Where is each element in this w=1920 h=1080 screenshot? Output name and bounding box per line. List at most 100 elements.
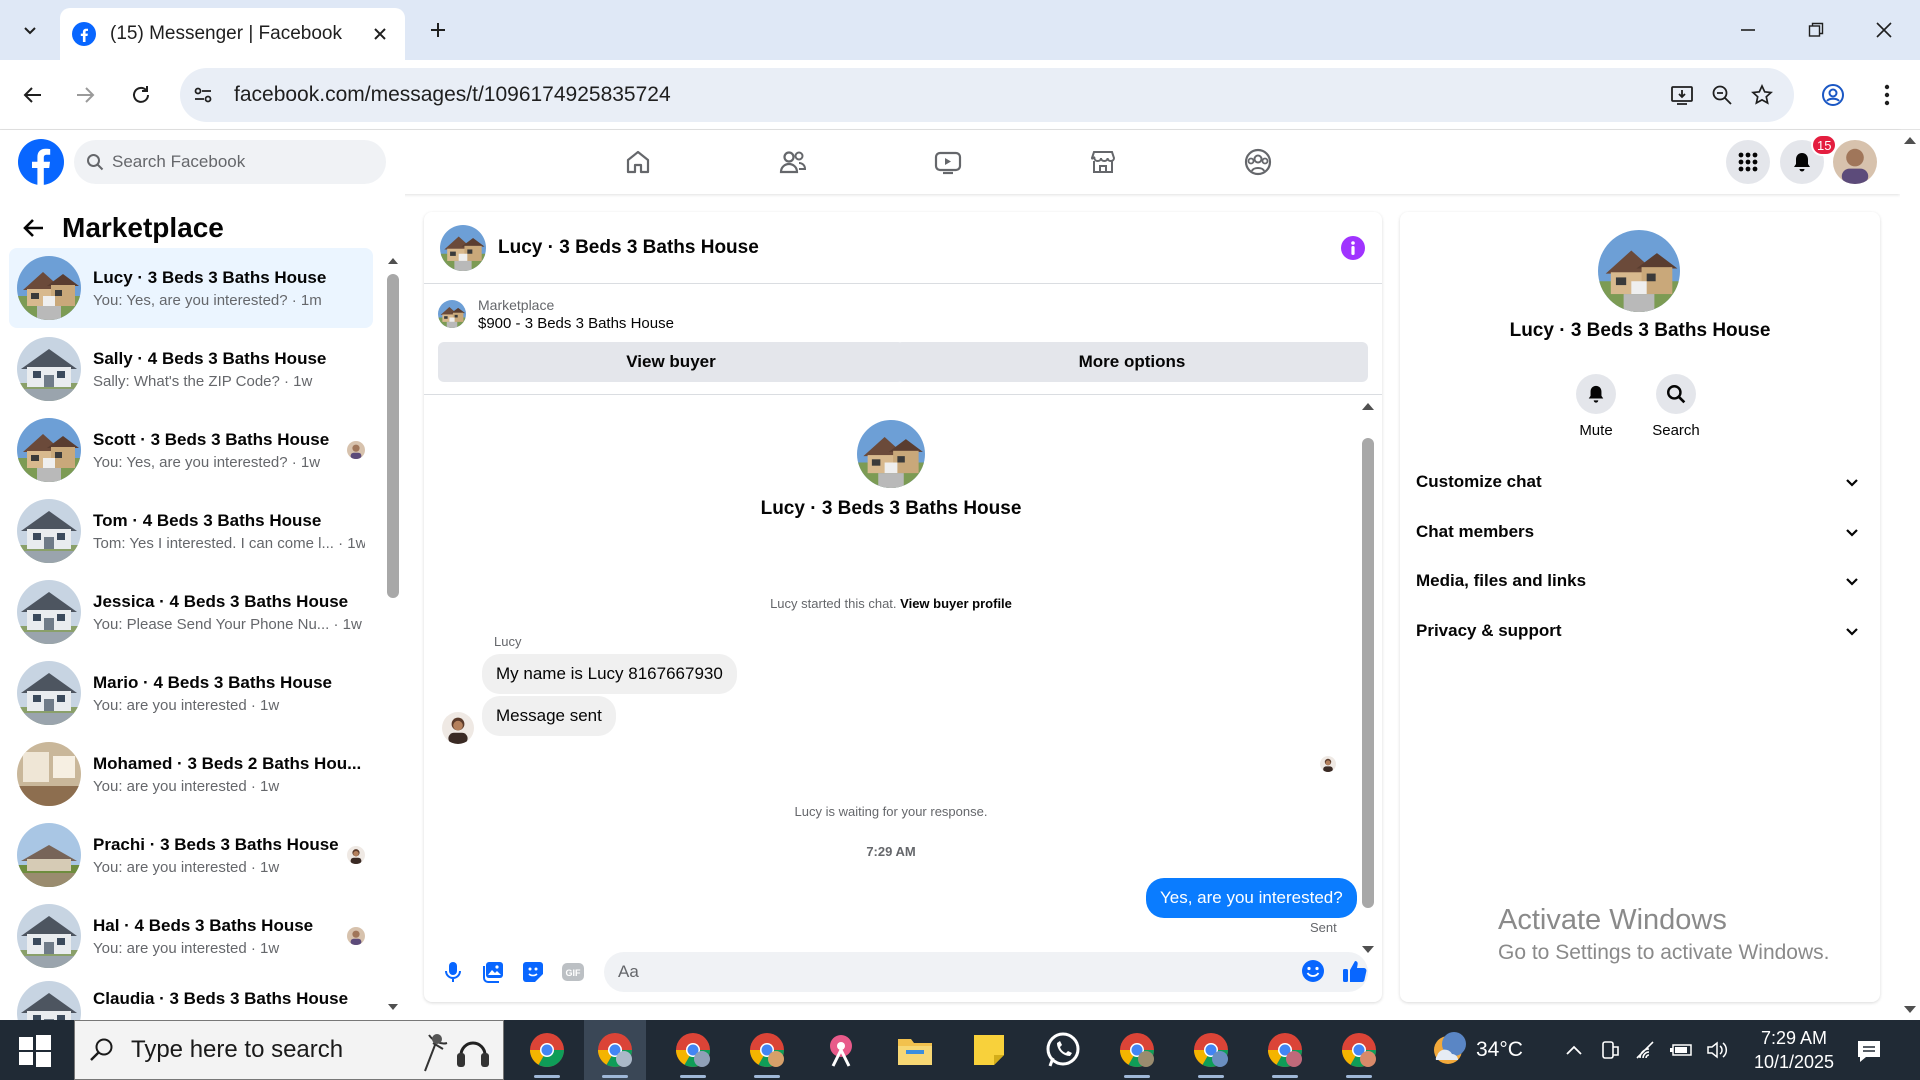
tray-battery[interactable] — [1668, 1036, 1696, 1064]
conversation-item[interactable]: Hal · 4 Beds 3 Baths House You: are you i… — [9, 896, 373, 976]
taskbar-chrome-app[interactable] — [736, 1020, 798, 1080]
conversation-name: Mario · 4 Beds 3 Baths House — [93, 672, 333, 692]
install-app-button[interactable] — [1662, 75, 1702, 115]
url-text[interactable]: facebook.com/messages/t/1096174925835724 — [234, 83, 1662, 107]
sticker-button[interactable] — [518, 957, 548, 987]
conversation-item[interactable]: Sally · 4 Beds 3 Baths House Sally: What'… — [9, 329, 373, 409]
restore-window-button[interactable] — [1788, 10, 1844, 50]
weather-widget[interactable]: 34°C — [1430, 1020, 1523, 1080]
chat-header-avatar[interactable] — [440, 225, 486, 271]
conversation-item[interactable]: Mario · 4 Beds 3 Baths House You: are you… — [9, 653, 373, 733]
search-in-conversation-button[interactable] — [1656, 374, 1696, 414]
windows-start-icon[interactable] — [18, 1034, 52, 1068]
nav-video[interactable] — [893, 138, 1003, 186]
taskbar-clock[interactable]: 7:29 AM 10/1/2025 — [1744, 1026, 1844, 1074]
incoming-message[interactable]: Message sent — [482, 696, 616, 736]
facebook-search-input[interactable]: Search Facebook — [74, 140, 386, 184]
taskbar-search-box[interactable]: Type here to search — [74, 1020, 504, 1080]
view-buyer-button[interactable]: View buyer — [438, 342, 904, 382]
nav-friends[interactable] — [738, 138, 848, 186]
chat-started-notice: Lucy started this chat. View buyer profi… — [424, 596, 1358, 611]
outgoing-message[interactable]: Yes, are you interested? — [1146, 878, 1357, 918]
nav-groups[interactable] — [1203, 138, 1313, 186]
taskbar-whatsapp[interactable] — [1032, 1020, 1094, 1080]
notification-center-button[interactable] — [1852, 1034, 1886, 1068]
whatsapp-icon — [1046, 1032, 1080, 1067]
incoming-message[interactable]: My name is Lucy 8167667930 — [482, 654, 737, 694]
taskbar-snipping-tool[interactable] — [810, 1020, 872, 1080]
search-action[interactable]: Search — [1636, 374, 1716, 439]
send-like-button[interactable] — [1338, 954, 1372, 988]
taskbar-chrome-app[interactable] — [584, 1020, 646, 1080]
nav-home[interactable] — [583, 138, 693, 186]
minimize-window-button[interactable] — [1720, 10, 1776, 50]
temperature: 34°C — [1476, 1038, 1523, 1061]
view-buyer-profile-link[interactable]: View buyer profile — [900, 596, 1012, 611]
page-scrollbar[interactable] — [1900, 130, 1920, 1020]
details-avatar[interactable] — [1598, 230, 1680, 312]
gif-button[interactable]: GIF — [558, 957, 588, 987]
taskbar-file-explorer[interactable] — [884, 1020, 946, 1080]
marketplace-label: Marketplace — [478, 296, 555, 313]
taskbar-chrome-app[interactable] — [662, 1020, 724, 1080]
conversation-preview: You: Yes, are you interested? · 1w — [93, 453, 321, 471]
taskbar-chrome-app[interactable] — [1180, 1020, 1242, 1080]
show-hidden-icons-button[interactable] — [1560, 1036, 1588, 1064]
more-options-button[interactable]: More options — [896, 342, 1368, 382]
facebook-logo-icon[interactable] — [18, 139, 64, 185]
marketplace-listing[interactable]: Marketplace $900 - 3 Beds 3 Baths House — [438, 294, 1358, 334]
conversation-item[interactable]: Jessica · 4 Beds 3 Baths House You: Pleas… — [9, 572, 373, 652]
tray-network[interactable] — [1632, 1036, 1660, 1064]
media-files-links-section[interactable]: Media, files and links — [1416, 557, 1864, 605]
tray-volume[interactable] — [1704, 1036, 1732, 1064]
privacy-support-section[interactable]: Privacy & support — [1416, 607, 1864, 655]
message-input[interactable] — [604, 952, 1368, 992]
close-tab-button[interactable] — [367, 21, 393, 47]
taskbar-sticky-notes[interactable] — [958, 1020, 1020, 1080]
conversation-item[interactable]: Tom · 4 Beds 3 Baths House Tom: Yes I int… — [9, 491, 373, 571]
customize-chat-section[interactable]: Customize chat — [1416, 458, 1864, 506]
sidebar-scroll-thumb[interactable] — [387, 274, 399, 598]
conversation-item[interactable]: Prachi · 3 Beds 3 Baths House You: are yo… — [9, 815, 373, 895]
emoji-button[interactable] — [1298, 956, 1328, 986]
reload-button[interactable] — [120, 74, 162, 116]
account-avatar[interactable] — [1833, 140, 1877, 184]
conversation-info-button[interactable] — [1340, 235, 1366, 261]
address-bar[interactable]: facebook.com/messages/t/1096174925835724 — [180, 68, 1794, 122]
profile-button[interactable] — [1812, 74, 1854, 116]
menu-button[interactable] — [1726, 140, 1770, 184]
chat-scroll-thumb[interactable] — [1362, 438, 1374, 908]
zoom-button[interactable] — [1702, 75, 1742, 115]
back-button[interactable] — [22, 216, 46, 240]
section-label: Customize chat — [1416, 472, 1542, 491]
back-button[interactable] — [12, 74, 54, 116]
forward-button[interactable] — [64, 74, 106, 116]
conversation-item[interactable]: Claudia · 3 Beds 3 Baths House — [9, 977, 373, 1020]
chat-members-section[interactable]: Chat members — [1416, 508, 1864, 556]
taskbar-chrome-app[interactable] — [1328, 1020, 1390, 1080]
sender-avatar[interactable] — [442, 712, 474, 744]
taskbar-chrome-app[interactable] — [516, 1020, 578, 1080]
tab-search-button[interactable] — [10, 10, 50, 50]
bookmark-button[interactable] — [1742, 75, 1782, 115]
close-window-button[interactable] — [1856, 10, 1912, 50]
install-icon — [1671, 86, 1693, 105]
mute-action[interactable]: Mute — [1556, 374, 1636, 439]
nav-marketplace[interactable] — [1048, 138, 1158, 186]
conversation-item[interactable]: Lucy · 3 Beds 3 Baths House You: Yes, are… — [9, 248, 373, 328]
taskbar-chrome-app[interactable] — [1254, 1020, 1316, 1080]
chat-title[interactable]: Lucy · 3 Beds 3 Baths House — [498, 237, 1340, 259]
site-settings-icon[interactable] — [192, 84, 214, 106]
new-tab-button[interactable] — [424, 16, 452, 44]
tray-meet-now[interactable] — [1596, 1036, 1624, 1064]
clock-date: 10/1/2025 — [1753, 1052, 1835, 1072]
section-label: Media, files and links — [1416, 571, 1587, 590]
browser-tab[interactable]: (15) Messenger | Facebook — [60, 8, 405, 60]
conversation-item[interactable]: Scott · 3 Beds 3 Baths House You: Yes, ar… — [9, 410, 373, 490]
taskbar-chrome-app[interactable] — [1106, 1020, 1168, 1080]
conversation-item[interactable]: Mohamed · 3 Beds 2 Baths Hou... You: are … — [9, 734, 373, 814]
chrome-menu-button[interactable] — [1866, 74, 1908, 116]
voice-clip-button[interactable] — [438, 957, 468, 987]
attach-photo-button[interactable] — [478, 957, 508, 987]
mute-button[interactable] — [1576, 374, 1616, 414]
